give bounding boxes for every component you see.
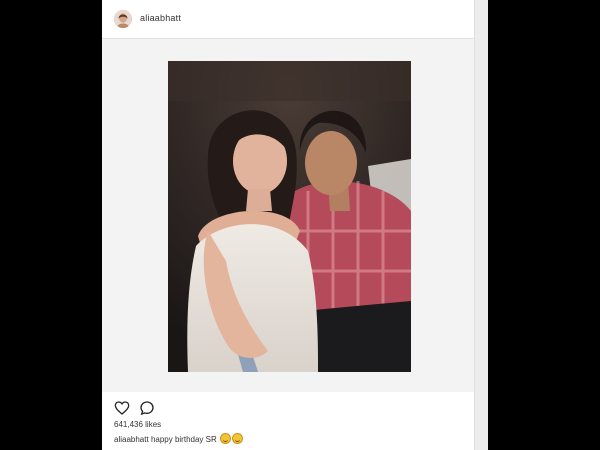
avatar[interactable] bbox=[114, 10, 132, 28]
instagram-post: aliaabhatt 641,436 likes aliaabhatt happ… bbox=[102, 0, 488, 450]
post-actions: 641,436 likes aliaabhatt happy birthday … bbox=[102, 392, 474, 450]
comment-icon[interactable] bbox=[139, 400, 155, 416]
post-photo[interactable] bbox=[168, 61, 411, 372]
post-caption: aliaabhatt happy birthday SR bbox=[114, 433, 243, 444]
smiling-face-emoji bbox=[220, 433, 231, 444]
likes-count[interactable]: 641,436 likes bbox=[114, 420, 161, 429]
heart-icon[interactable] bbox=[114, 400, 130, 416]
caption-username[interactable]: aliaabhatt bbox=[114, 435, 149, 444]
smiling-face-emoji bbox=[232, 433, 243, 444]
scrollbar[interactable] bbox=[474, 0, 488, 450]
post-username[interactable]: aliaabhatt bbox=[140, 13, 181, 23]
post-header: aliaabhatt bbox=[102, 0, 474, 39]
caption-text: happy birthday SR bbox=[150, 435, 217, 444]
